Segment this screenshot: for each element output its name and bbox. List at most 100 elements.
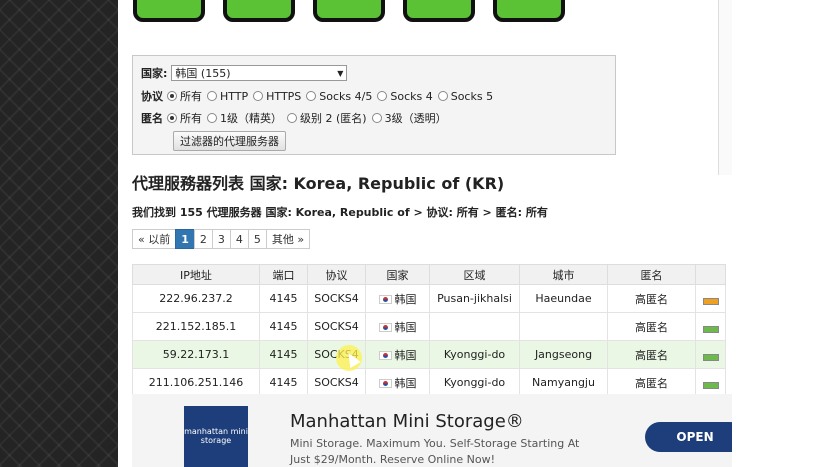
anonymity-radio[interactable]: 3级（透明） — [371, 110, 447, 126]
anonymity-radio[interactable]: 所有 — [167, 110, 202, 126]
protocol-radio[interactable]: 所有 — [167, 88, 202, 104]
protocol-radio-label: 所有 — [180, 90, 202, 103]
cell-anon: 高匿名 — [607, 284, 696, 313]
country-select-value: 韩国 (155) — [175, 67, 231, 80]
anonymity-label: 匿名 — [141, 112, 163, 125]
flag-icon — [378, 379, 392, 388]
cell-country-text: 韩国 — [394, 320, 417, 334]
cell-city — [519, 312, 608, 341]
anonymity-radio-label: 级别 2 (匿名) — [300, 112, 367, 125]
cell-city: Namyangju — [519, 368, 608, 397]
chevron-down-icon: ▼ — [337, 68, 344, 78]
column-header: 国家 — [365, 264, 430, 285]
radio-circle — [287, 113, 297, 123]
speed-bar — [702, 298, 719, 306]
cell-protocol: SOCKS4 — [307, 284, 366, 313]
ad-logo: manhattan mini storage — [184, 406, 248, 467]
cell-region — [429, 312, 520, 341]
pagination: « 以前 1 2 3 4 5 其他 » — [132, 229, 311, 249]
radio-circle — [167, 91, 177, 101]
right-margin — [732, 0, 824, 467]
radio-circle — [253, 91, 264, 101]
protocol-radio[interactable]: HTTP — [207, 90, 248, 103]
filter-button[interactable]: 过滤器的代理服务器 — [173, 131, 286, 151]
radio-circle — [207, 113, 217, 123]
ad-description: Mini Storage. Maximum You. Self-Storage … — [290, 437, 580, 466]
radio-circle — [167, 113, 177, 123]
cell-anon: 高匿名 — [607, 340, 696, 369]
cell-port-text: 4145 — [269, 292, 298, 305]
protocol-radio-label: HTTPS — [266, 89, 302, 103]
advertisement[interactable]: manhattan mini storage Manhattan Mini St… — [132, 394, 732, 467]
protocol-radio[interactable]: Socks 4/5 — [306, 90, 372, 103]
radio-circle — [377, 91, 388, 101]
radio-circle — [437, 91, 448, 101]
column-header: 协议 — [307, 264, 366, 285]
cell-country: 韩国 — [365, 312, 430, 341]
flag-icon — [378, 351, 392, 360]
cell-country-text: 韩国 — [394, 348, 417, 362]
cell-city: Jangseong — [519, 340, 608, 369]
cell-anon-text: 高匿名 — [635, 348, 668, 362]
cell-ip-text: 222.96.237.2 — [159, 292, 233, 305]
cell-city-text: Namyangju — [532, 376, 595, 389]
ad-title[interactable]: Manhattan Mini Storage® — [290, 411, 524, 432]
cell-ip: 221.152.185.1 — [132, 312, 260, 341]
cell-speed — [695, 340, 726, 369]
cell-anon-text: 高匿名 — [635, 292, 668, 306]
cell-port-text: 4145 — [269, 320, 298, 333]
table-row[interactable]: 211.106.251.146 4145 SOCKS4 韩国 Kyonggi-do Nam… — [132, 368, 726, 397]
table-row[interactable]: 59.22.173.14145SOCKS4韩国Kyonggi-doJangseo… — [132, 340, 726, 369]
cell-port-text: 4145 — [269, 348, 298, 361]
anonymity-radio-label: 1级（精英） — [220, 112, 282, 125]
country-select[interactable]: 韩国 (155) ▼ — [171, 65, 348, 81]
anonymity-radio-label: 3级（透明） — [384, 112, 447, 125]
cell-anon-text: 高匿名 — [635, 376, 668, 390]
protocol-radio-label: HTTP — [220, 89, 249, 103]
page-link[interactable]: 其他 » — [265, 229, 311, 249]
page-link[interactable]: 4 — [229, 229, 249, 249]
proxy-table: IP地址 端口 协议 国家 区域 城市 匿名 222.96.237.2 4145 SOCKS4 韩… — [132, 264, 726, 397]
protocol-radio-label: Socks 5 — [450, 89, 494, 103]
cell-port: 4145 — [259, 368, 308, 397]
cell-ip-text: 59.22.173.1 — [162, 348, 230, 361]
cell-region-text: Pusan-jikhalsi — [437, 292, 512, 305]
cell-speed — [695, 368, 726, 397]
cell-ip: 222.96.237.2 — [132, 284, 260, 313]
cell-protocol: SOCKS4 — [307, 312, 366, 341]
cell-anon: 高匿名 — [607, 312, 696, 341]
logo-letter — [403, 0, 475, 22]
column-header: 匿名 — [607, 264, 696, 285]
cell-country: 韩国 — [365, 368, 430, 397]
table-row[interactable]: 222.96.237.2 4145 SOCKS4 韩国 Pusan-jikhalsi Ha… — [132, 284, 726, 313]
protocol-radio-label: Socks 4 — [390, 89, 433, 103]
ad-open-button[interactable]: OPEN — [645, 422, 732, 452]
page-link[interactable]: 3 — [211, 229, 231, 249]
protocol-radio[interactable]: Socks 5 — [437, 89, 494, 103]
anonymity-radio[interactable]: 级别 2 (匿名) — [287, 110, 367, 126]
table-row[interactable]: 221.152.185.1 4145 SOCKS4 韩国 高匿名 — [132, 312, 726, 341]
cell-ip: 59.22.173.1 — [132, 340, 260, 369]
cell-speed — [695, 284, 726, 313]
page-title: 代理服務器列表 国家: Korea, Republic of (KR) — [132, 174, 505, 193]
protocol-radio[interactable]: HTTPS — [253, 90, 301, 103]
protocol-radio[interactable]: Socks 4 — [377, 89, 433, 103]
column-header: 区域 — [429, 264, 520, 285]
logo-letter — [223, 0, 295, 22]
cell-ip-text: 211.106.251.146 — [148, 376, 244, 389]
cell-anon-text: 高匿名 — [635, 320, 668, 334]
cell-speed — [695, 312, 726, 341]
protocol-label: 协议 — [141, 90, 163, 103]
column-header: IP地址 — [132, 264, 260, 285]
cell-city-text: Jangseong — [534, 348, 593, 361]
result-summary: 我们找到 155 代理服务器 国家: Korea, Republic of > … — [132, 206, 548, 219]
page-link[interactable]: 2 — [193, 229, 213, 249]
page-link[interactable]: « 以前 — [132, 229, 177, 249]
page-link[interactable]: 1 — [175, 229, 195, 249]
cell-city: Haeundae — [519, 284, 608, 313]
page-link[interactable]: 5 — [247, 229, 267, 249]
speed-bar — [702, 382, 719, 390]
site-logo-banner — [133, 0, 565, 28]
cell-region-text: Kyonggi-do — [443, 348, 506, 361]
anonymity-radio[interactable]: 1级（精英） — [207, 110, 282, 126]
